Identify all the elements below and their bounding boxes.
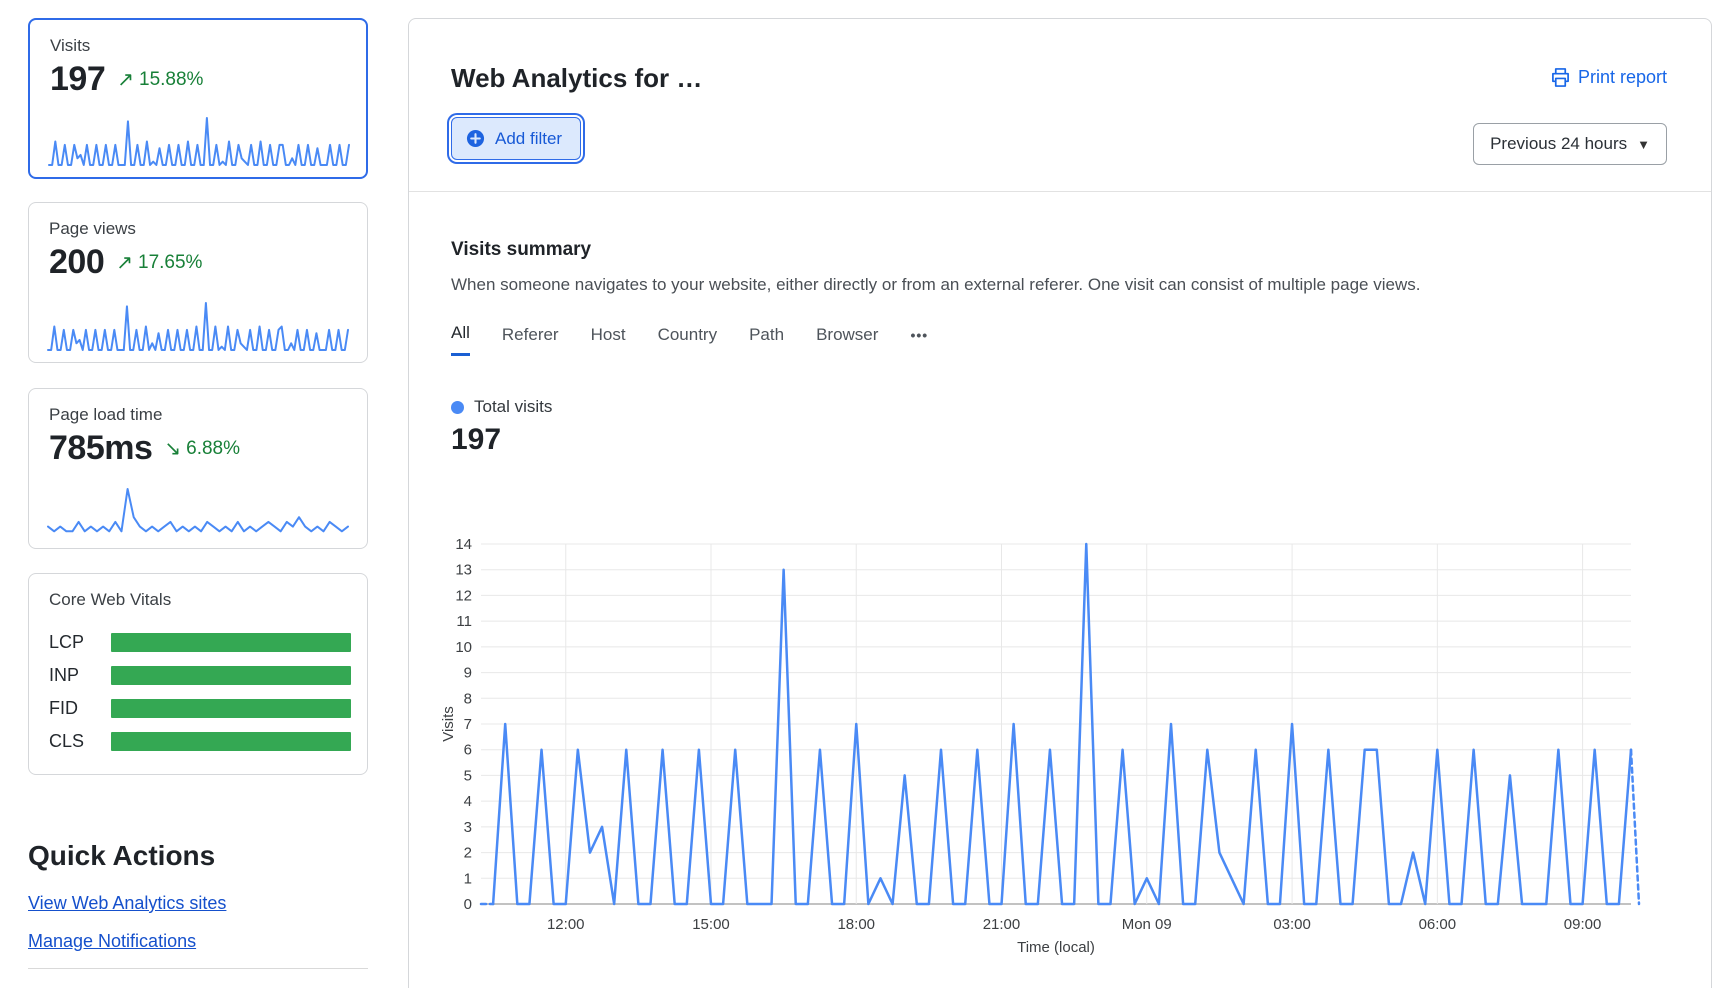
metric-card-visits[interactable]: Visits 197 ↗ 15.88% [28, 18, 368, 179]
svg-text:9: 9 [464, 665, 472, 682]
time-range-label: Previous 24 hours [1490, 134, 1627, 154]
metric-card-label: Visits [50, 36, 90, 56]
cwv-metric-name: LCP [49, 632, 111, 653]
plus-circle-icon [466, 129, 485, 148]
svg-text:7: 7 [464, 716, 472, 733]
page-load-sparkline [47, 486, 349, 538]
visits-sparkline [48, 115, 350, 167]
svg-text:1: 1 [464, 870, 472, 887]
chart-container: 0123456789101112131412:0015:0018:0021:00… [441, 519, 1701, 969]
metric-value: 197 [50, 60, 105, 99]
cwv-row-cls: CLS [49, 731, 351, 751]
metric-trend: ↘ 6.88% [164, 436, 240, 461]
print-report-label: Print report [1578, 67, 1667, 88]
svg-text:03:00: 03:00 [1273, 916, 1311, 933]
core-web-vitals-card[interactable]: Core Web Vitals LCP INP FID CLS [28, 573, 368, 775]
metric-trend: ↗ 15.88% [117, 67, 203, 92]
add-filter-label: Add filter [495, 129, 562, 149]
svg-text:4: 4 [464, 793, 472, 810]
visits-chart: 0123456789101112131412:0015:0018:0021:00… [441, 519, 1701, 964]
page-views-sparkline [47, 300, 349, 352]
svg-text:Visits: Visits [441, 706, 457, 742]
main-panel: Web Analytics for … Print report Add fil… [408, 18, 1712, 988]
page-title: Web Analytics for … [451, 63, 702, 94]
metric-card-label: Page load time [49, 405, 162, 425]
tab-country[interactable]: Country [658, 325, 718, 355]
cwv-row-inp: INP [49, 665, 351, 685]
cwv-bar-green [111, 732, 351, 751]
svg-text:6: 6 [464, 742, 472, 759]
sidebar: Visits 197 ↗ 15.88% Page views 200 ↗ 17.… [28, 0, 368, 988]
trend-down-icon: ↘ [164, 436, 181, 461]
svg-text:Mon 09: Mon 09 [1122, 916, 1172, 933]
visits-summary-description: When someone navigates to your website, … [451, 275, 1420, 295]
svg-text:Time (local): Time (local) [1017, 939, 1095, 956]
svg-text:14: 14 [455, 536, 472, 553]
chevron-down-icon: ▼ [1637, 137, 1650, 152]
summary-tabs: All Referer Host Country Path Browser ••… [451, 323, 928, 356]
tab-all[interactable]: All [451, 323, 470, 356]
printer-icon [1551, 68, 1570, 87]
core-web-vitals-label: Core Web Vitals [49, 590, 171, 610]
svg-text:21:00: 21:00 [983, 916, 1021, 933]
svg-text:10: 10 [455, 639, 472, 656]
trend-up-icon: ↗ [116, 250, 133, 275]
metric-value: 785ms [49, 429, 152, 468]
quick-actions-title: Quick Actions [28, 840, 215, 872]
metric-card-label: Page views [49, 219, 136, 239]
view-web-analytics-sites-link[interactable]: View Web Analytics sites [28, 893, 226, 914]
cwv-metric-name: CLS [49, 731, 111, 752]
metric-trend: ↗ 17.65% [116, 250, 202, 275]
svg-text:11: 11 [456, 613, 472, 630]
metric-card-page-views[interactable]: Page views 200 ↗ 17.65% [28, 202, 368, 363]
header-divider [409, 191, 1711, 192]
add-filter-button[interactable]: Add filter [451, 117, 581, 160]
svg-text:3: 3 [464, 819, 472, 836]
svg-text:13: 13 [455, 562, 472, 579]
svg-text:15:00: 15:00 [692, 916, 730, 933]
trend-up-icon: ↗ [117, 67, 134, 92]
web-analytics-page: Visits 197 ↗ 15.88% Page views 200 ↗ 17.… [0, 0, 1730, 988]
legend-dot-icon [451, 401, 464, 414]
more-tabs-icon[interactable]: ••• [910, 327, 928, 353]
sidebar-divider [28, 968, 368, 969]
cwv-bar-green [111, 633, 351, 652]
tab-host[interactable]: Host [591, 325, 626, 355]
svg-text:8: 8 [464, 690, 472, 707]
trend-value: 6.88% [186, 438, 240, 460]
tab-path[interactable]: Path [749, 325, 784, 355]
visits-summary-title: Visits summary [451, 239, 591, 261]
print-report-link[interactable]: Print report [1551, 67, 1667, 88]
cwv-row-lcp: LCP [49, 632, 351, 652]
time-range-dropdown[interactable]: Previous 24 hours ▼ [1473, 123, 1667, 165]
tab-referer[interactable]: Referer [502, 325, 559, 355]
cwv-metric-name: INP [49, 665, 111, 686]
metric-value: 200 [49, 243, 104, 282]
cwv-bar-green [111, 666, 351, 685]
manage-notifications-link[interactable]: Manage Notifications [28, 931, 196, 952]
cwv-bar-green [111, 699, 351, 718]
tab-browser[interactable]: Browser [816, 325, 878, 355]
svg-text:18:00: 18:00 [837, 916, 875, 933]
svg-text:06:00: 06:00 [1419, 916, 1457, 933]
svg-text:5: 5 [464, 767, 472, 784]
trend-value: 17.65% [138, 252, 202, 274]
svg-text:09:00: 09:00 [1564, 916, 1602, 933]
metric-card-page-load-time[interactable]: Page load time 785ms ↘ 6.88% [28, 388, 368, 549]
svg-text:12:00: 12:00 [547, 916, 585, 933]
legend-label: Total visits [474, 397, 552, 417]
chart-legend: Total visits [451, 397, 552, 417]
svg-text:12: 12 [455, 587, 472, 604]
svg-text:0: 0 [464, 896, 472, 913]
cwv-metric-name: FID [49, 698, 111, 719]
cwv-row-fid: FID [49, 698, 351, 718]
total-visits-value: 197 [451, 423, 501, 457]
svg-text:2: 2 [464, 845, 472, 862]
trend-value: 15.88% [139, 69, 203, 91]
